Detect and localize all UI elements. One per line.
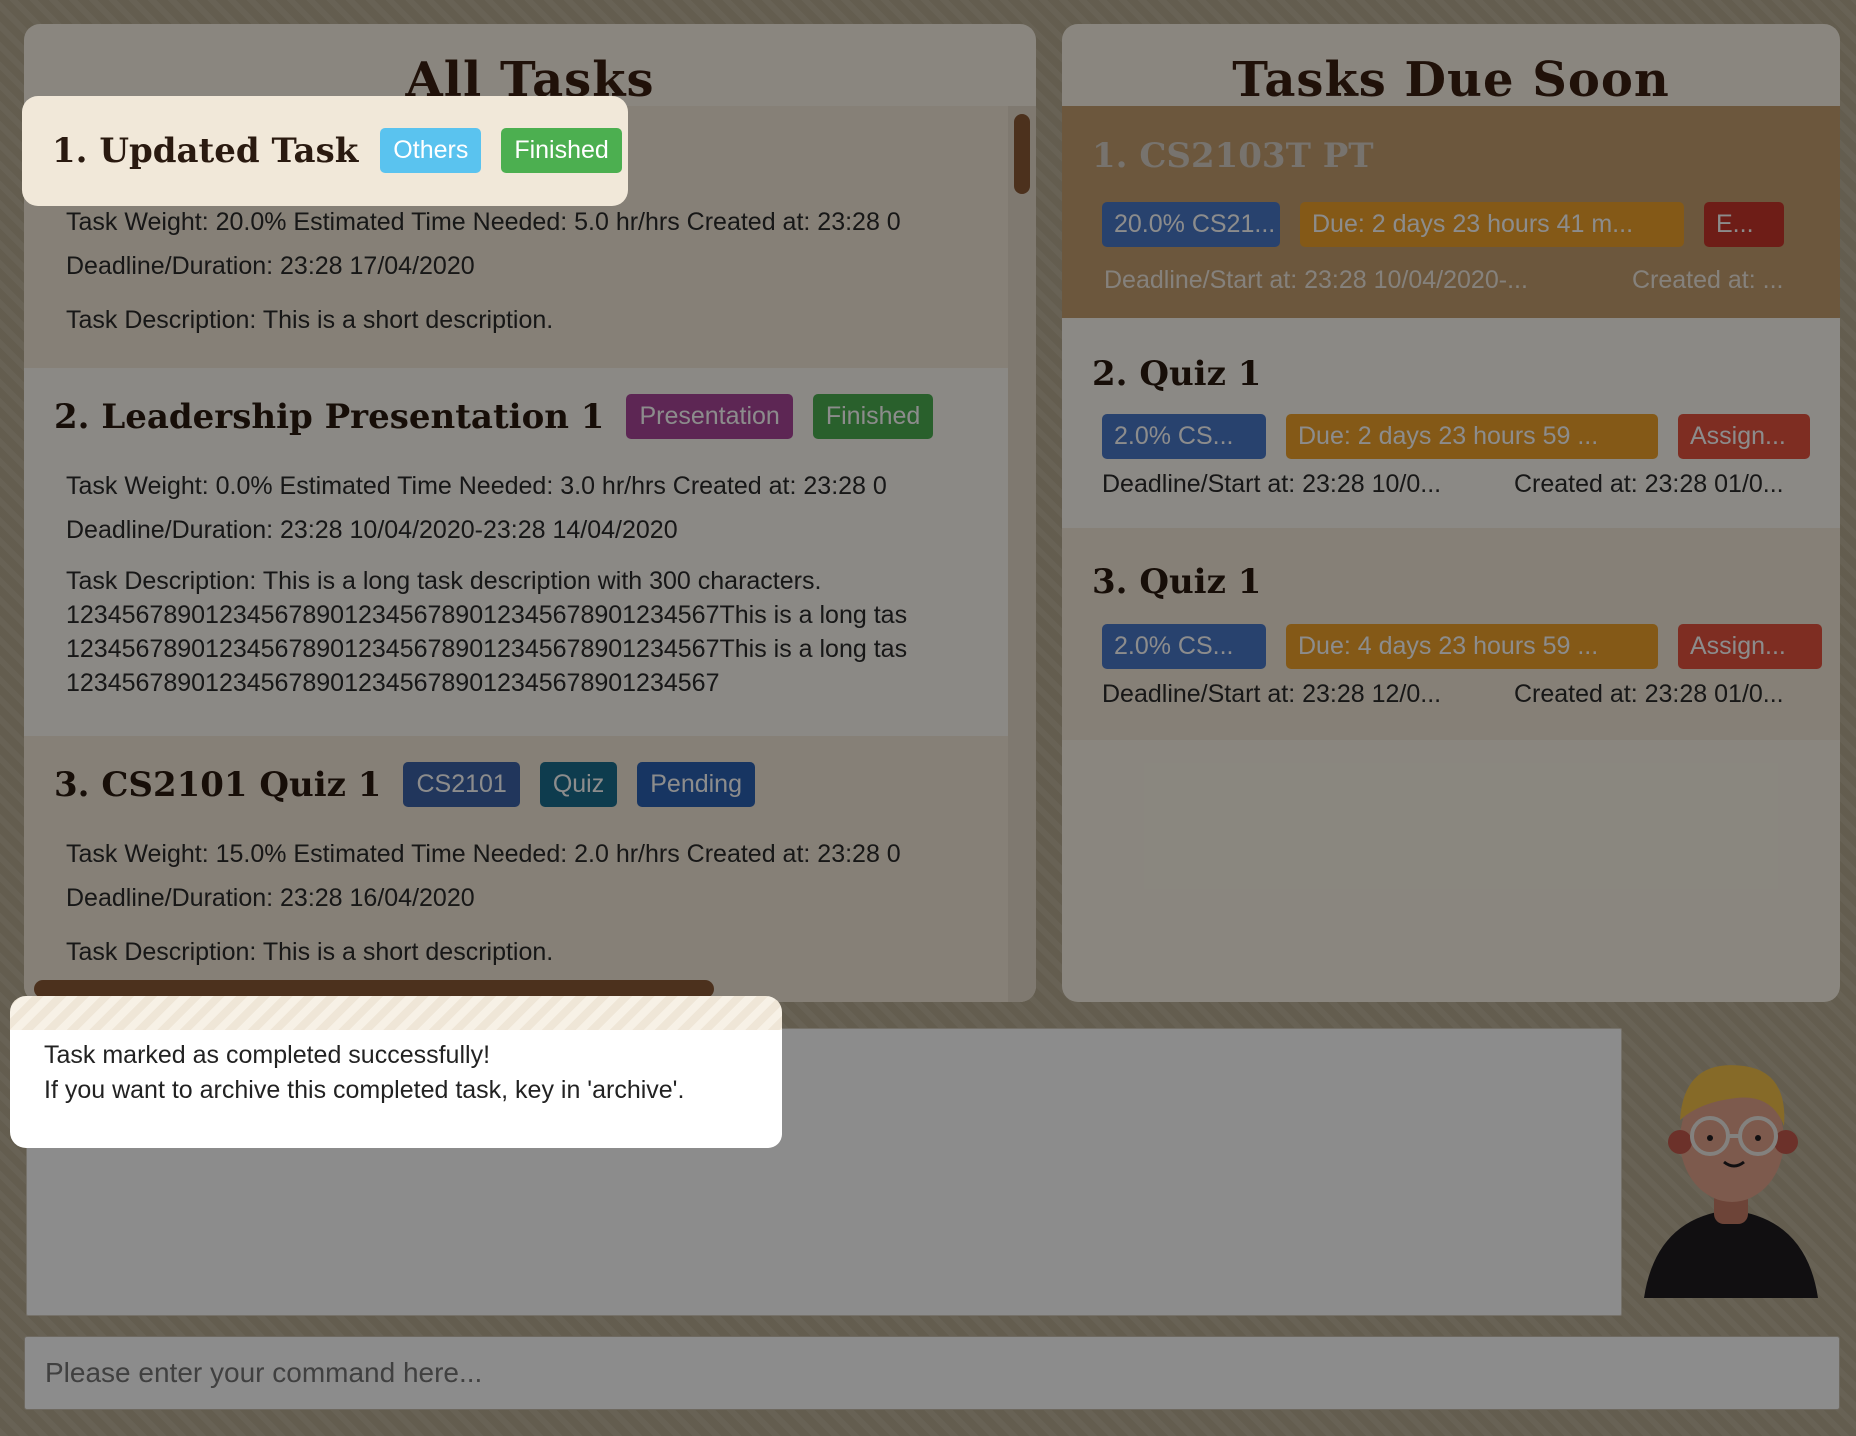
result-line-1: Task marked as completed successfully! xyxy=(44,1041,491,1069)
task-title: 3. CS2101 Quiz 1 xyxy=(54,764,382,805)
type-pill: Assign... xyxy=(1678,624,1822,669)
due-soon-title: Tasks Due Soon xyxy=(1232,52,1670,108)
highlighted-tag-others: Others xyxy=(380,128,482,173)
due-created: Created at: ... xyxy=(1632,266,1784,294)
avatar xyxy=(1644,1065,1818,1298)
highlighted-task-title: 1. Updated Task xyxy=(52,130,359,171)
due-pill: Due: 2 days 23 hours 59 ... xyxy=(1286,414,1658,459)
tag-quiz: Quiz xyxy=(539,762,618,807)
due-deadline: Deadline/Start at: 23:28 12/0... xyxy=(1102,680,1442,708)
due-card-1[interactable]: 1. CS2103T PT 20.0% CS21... Due: 2 days … xyxy=(1062,106,1840,318)
task-deadline-line: Deadline/Duration: 23:28 16/04/2020 xyxy=(66,884,475,912)
due-task-title: 2. Quiz 1 xyxy=(1092,354,1262,394)
weight-pill: 2.0% CS... xyxy=(1102,414,1266,459)
task-description: Task Description: This is a short descri… xyxy=(66,306,554,334)
due-deadline: Deadline/Start at: 23:28 10/04/2020-... xyxy=(1104,266,1528,294)
tag-pending: Pending xyxy=(637,762,755,807)
task-title: 2. Leadership Presentation 1 xyxy=(54,396,605,437)
weight-pill: 20.0% CS21... xyxy=(1102,202,1280,247)
result-line-2: If you want to archive this completed ta… xyxy=(44,1076,685,1104)
tag-presentation: Presentation xyxy=(626,394,793,439)
result-message: Task marked as completed successfully! I… xyxy=(44,1038,684,1108)
task-deadline-line: Deadline/Duration: 23:28 10/04/2020-23:2… xyxy=(66,516,678,544)
task-card-3[interactable]: 3. CS2101 Quiz 1 CS2101 Quiz Pending Tas… xyxy=(24,736,1036,1002)
vertical-scrollbar-thumb[interactable] xyxy=(1014,114,1030,194)
due-created: Created at: 23:28 01/0... xyxy=(1514,470,1784,498)
task-card-2[interactable]: 2. Leadership Presentation 1 Presentatio… xyxy=(24,368,1036,736)
highlight-task-header: 1. Updated Task Others Finished xyxy=(22,96,628,206)
task-weight-line: Task Weight: 0.0% Estimated Time Needed:… xyxy=(66,472,887,500)
due-task-title: 3. Quiz 1 xyxy=(1092,562,1262,602)
highlighted-tag-finished: Finished xyxy=(501,128,622,173)
type-pill: E... xyxy=(1704,202,1784,247)
due-card-3[interactable]: 3. Quiz 1 2.0% CS... Due: 4 days 23 hour… xyxy=(1062,528,1840,740)
task-deadline-line: Deadline/Duration: 23:28 17/04/2020 xyxy=(66,252,475,280)
due-deadline: Deadline/Start at: 23:28 10/0... xyxy=(1102,470,1442,498)
due-soon-panel: Tasks Due Soon 1. CS2103T PT 20.0% CS21.… xyxy=(1062,24,1840,1002)
task-weight-line: Task Weight: 20.0% Estimated Time Needed… xyxy=(66,208,901,236)
due-pill: Due: 4 days 23 hours 59 ... xyxy=(1286,624,1658,669)
due-pill: Due: 2 days 23 hours 41 m... xyxy=(1300,202,1684,247)
tag-finished: Finished xyxy=(812,394,934,439)
command-input[interactable] xyxy=(24,1336,1840,1410)
vertical-scrollbar-track[interactable] xyxy=(1008,106,1036,1002)
weight-pill: 2.0% CS... xyxy=(1102,624,1266,669)
due-card-2[interactable]: 2. Quiz 1 2.0% CS... Due: 2 days 23 hour… xyxy=(1062,318,1840,528)
task-description: Task Description: This is a long task de… xyxy=(66,567,908,697)
task-weight-line: Task Weight: 15.0% Estimated Time Needed… xyxy=(66,840,901,868)
highlight-result-message: Task marked as completed successfully! I… xyxy=(10,996,782,1148)
task-description: Task Description: This is a short descri… xyxy=(66,938,554,966)
type-pill: Assign... xyxy=(1678,414,1810,459)
tag-cs2101: CS2101 xyxy=(403,762,520,807)
due-created: Created at: 23:28 01/0... xyxy=(1514,680,1784,708)
due-task-title: 1. CS2103T PT xyxy=(1092,136,1374,176)
